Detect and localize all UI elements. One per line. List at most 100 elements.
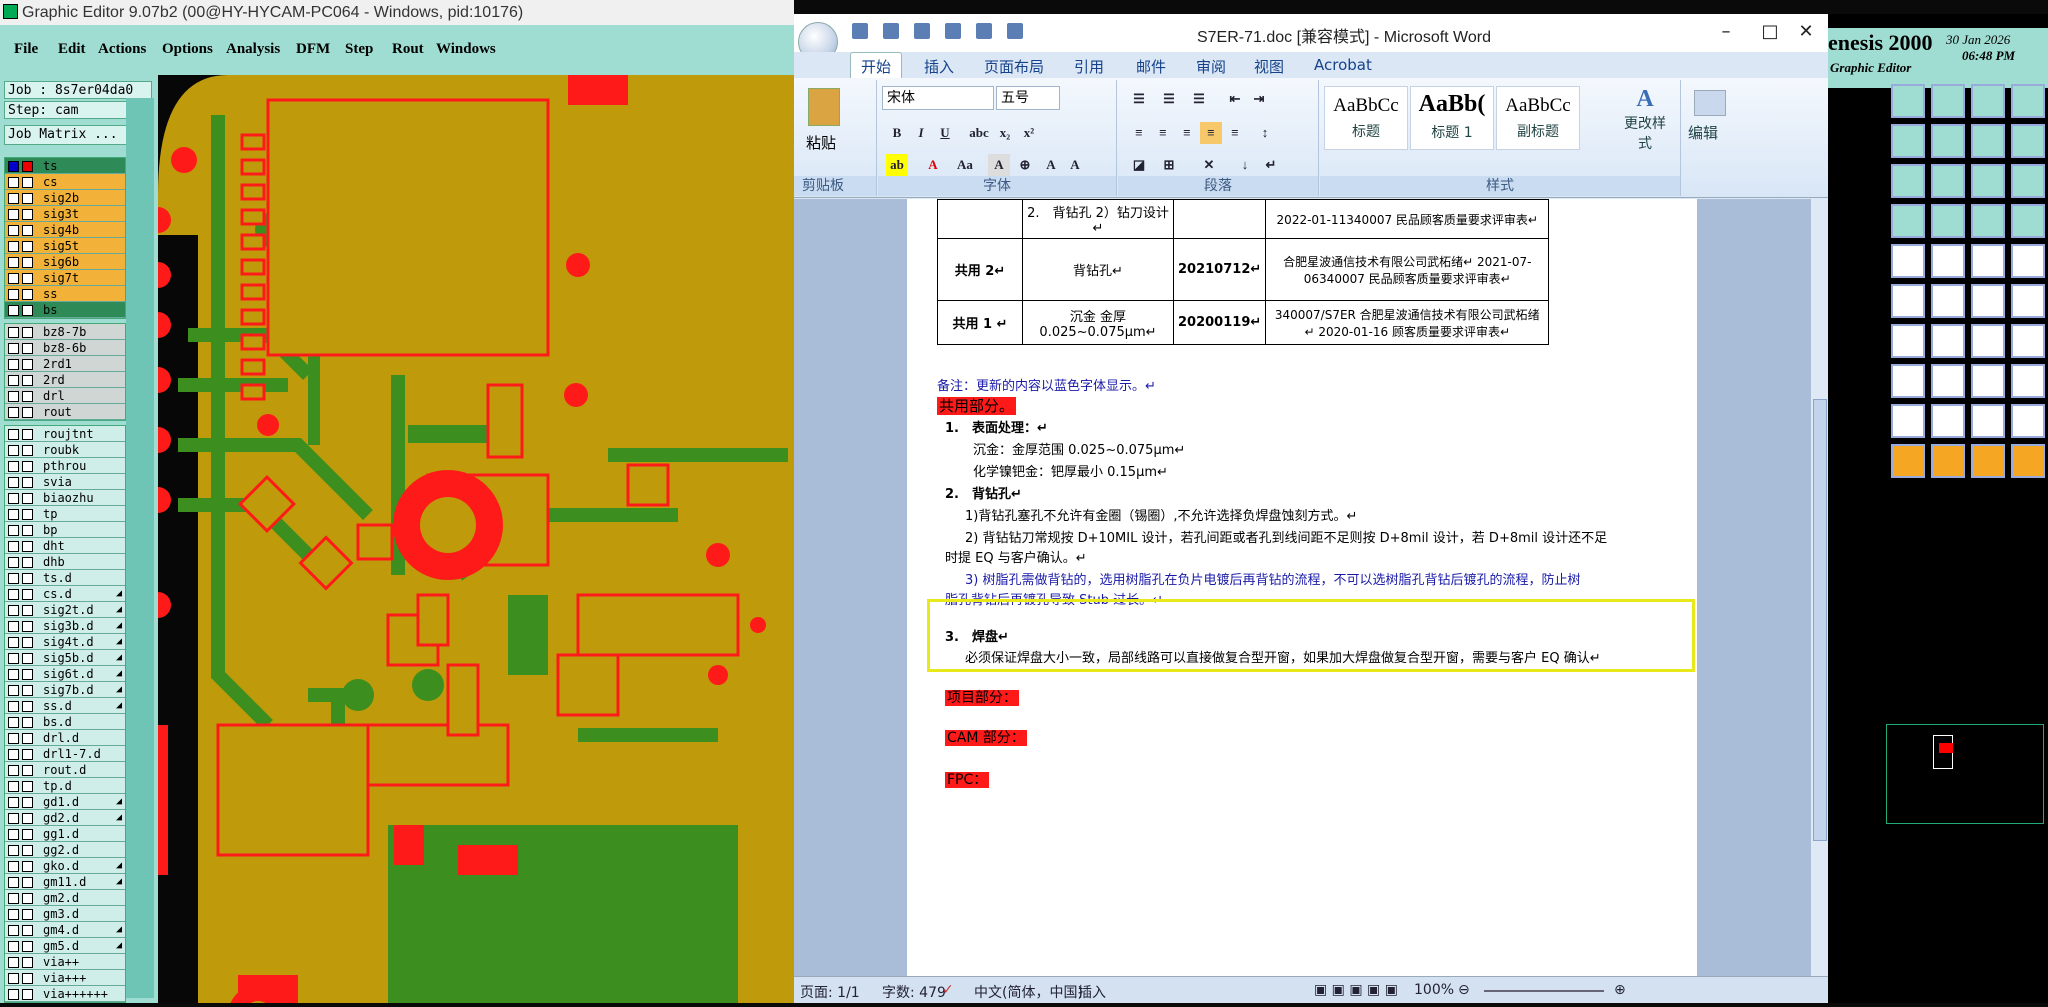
increase-indent-icon[interactable]: ⇥ — [1248, 88, 1270, 110]
change-case-icon[interactable]: Aa — [954, 154, 976, 176]
layer-display-checkbox[interactable] — [8, 557, 19, 568]
redo-icon[interactable] — [914, 23, 931, 39]
layer-work-checkbox[interactable] — [22, 845, 33, 856]
bullets-icon[interactable]: ☰ — [1128, 88, 1150, 110]
layer-work-checkbox[interactable] — [22, 557, 33, 568]
select-area-icon[interactable] — [1891, 364, 1925, 398]
layer-row[interactable]: cs — [5, 174, 125, 190]
pcb-canvas[interactable] — [158, 75, 794, 1003]
layer-display-checkbox[interactable] — [8, 621, 19, 632]
layer-row[interactable]: sig7t — [5, 270, 125, 286]
layer-work-checkbox[interactable] — [22, 973, 33, 984]
layer-display-checkbox[interactable] — [8, 717, 19, 728]
layer-display-checkbox[interactable] — [8, 209, 19, 220]
warn-c-icon[interactable] — [1971, 404, 2005, 438]
highlight-icon[interactable]: ab — [886, 154, 908, 176]
pad-icon[interactable] — [1891, 244, 1925, 278]
layer-work-checkbox[interactable] — [22, 193, 33, 204]
layer-row[interactable]: sig5b.d ◢ — [5, 650, 125, 666]
paste-button[interactable]: 粘贴 — [806, 132, 836, 153]
layer-row[interactable]: gm3.d — [5, 906, 125, 922]
zoom-slider[interactable] — [1484, 990, 1604, 992]
layer-work-checkbox[interactable] — [22, 161, 33, 172]
save-icon[interactable] — [852, 23, 868, 39]
cut-icon[interactable] — [1931, 284, 1965, 318]
layer-row[interactable]: 2rd — [5, 372, 125, 388]
layer-display-checkbox[interactable] — [8, 477, 19, 488]
layer-work-checkbox[interactable] — [22, 509, 33, 520]
layer-display-checkbox[interactable] — [8, 343, 19, 354]
layer-display-checkbox[interactable] — [8, 193, 19, 204]
layer-row[interactable]: tp.d — [5, 778, 125, 794]
layer-row[interactable]: bz8-7b — [5, 324, 125, 340]
edit-button[interactable]: 编辑 — [1688, 122, 1718, 143]
line-icon[interactable] — [2011, 244, 2045, 278]
layer-row[interactable]: gm4.d ◢ — [5, 922, 125, 938]
zoom-home-icon[interactable] — [1891, 84, 1925, 118]
language[interactable]: 中文(简体，中国) — [974, 982, 1083, 1002]
line-draw-icon[interactable] — [1931, 324, 1965, 358]
layer-row[interactable]: gko.d ◢ — [5, 858, 125, 874]
scale-icon[interactable] — [1971, 164, 2005, 198]
layer-row[interactable]: drl1-7.d — [5, 746, 125, 762]
warn-d-icon[interactable] — [2011, 404, 2045, 438]
layer-work-checkbox[interactable] — [22, 877, 33, 888]
layer-work-checkbox[interactable] — [22, 305, 33, 316]
layer-work-checkbox[interactable] — [22, 289, 33, 300]
layer-row[interactable]: biaozhu — [5, 490, 125, 506]
layer-row[interactable]: sig7b.d ◢ — [5, 682, 125, 698]
style-heading-1[interactable]: AaBb( 标题 1 — [1410, 86, 1494, 150]
layer-display-checkbox[interactable] — [8, 493, 19, 504]
multilevel-list-icon[interactable]: ☰ — [1188, 88, 1210, 110]
warn-b-icon[interactable] — [1931, 404, 1965, 438]
tab-references[interactable]: 引用 — [1074, 56, 1104, 77]
layer-row[interactable]: ss — [5, 286, 125, 302]
layer-work-checkbox[interactable] — [22, 541, 33, 552]
layer-work-checkbox[interactable] — [22, 605, 33, 616]
pattern-icon[interactable] — [2011, 324, 2045, 358]
view-buttons-icon[interactable]: ▣ ▣ ▣ ▣ ▣ — [1314, 982, 1398, 998]
layer-display-checkbox[interactable] — [8, 407, 19, 418]
borders-icon[interactable]: ⊞ — [1158, 154, 1180, 176]
layer-display-checkbox[interactable] — [8, 445, 19, 456]
menu-windows[interactable]: Windows — [436, 41, 496, 58]
layer-work-checkbox[interactable] — [22, 925, 33, 936]
net-icon[interactable] — [1891, 284, 1925, 318]
paste-icon[interactable] — [808, 88, 840, 126]
route-icon[interactable] — [1971, 284, 2005, 318]
tab-acrobat[interactable]: Acrobat — [1314, 56, 1372, 74]
snap-icon[interactable] — [1931, 204, 1965, 238]
layer-work-checkbox[interactable] — [22, 273, 33, 284]
help-icon[interactable] — [2011, 164, 2045, 198]
superscript-icon[interactable]: x² — [1018, 122, 1040, 144]
style-title[interactable]: AaBbCc 标题 — [1324, 86, 1408, 150]
layer-display-checkbox[interactable] — [8, 161, 19, 172]
tab-mailings[interactable]: 邮件 — [1136, 56, 1166, 77]
layer-work-checkbox[interactable] — [22, 209, 33, 220]
layer-display-checkbox[interactable] — [8, 765, 19, 776]
layer-work-checkbox[interactable] — [22, 797, 33, 808]
zoom-level[interactable]: 100% — [1414, 982, 1454, 998]
layer-row[interactable]: sig6t.d ◢ — [5, 666, 125, 682]
warn-a-icon[interactable] — [1891, 404, 1925, 438]
layer-work-checkbox[interactable] — [22, 829, 33, 840]
layer-display-checkbox[interactable] — [8, 653, 19, 664]
layer-display-checkbox[interactable] — [8, 177, 19, 188]
layer-row[interactable]: roujtnt — [5, 426, 125, 442]
layer-row[interactable]: bp — [5, 522, 125, 538]
zoom-out-icon[interactable]: ⊖ — [1458, 982, 1470, 998]
layer-work-checkbox[interactable] — [22, 669, 33, 680]
layer-work-checkbox[interactable] — [22, 177, 33, 188]
layer-work-checkbox[interactable] — [22, 391, 33, 402]
layer-work-checkbox[interactable] — [22, 343, 33, 354]
layer-work-checkbox[interactable] — [22, 429, 33, 440]
layer-display-checkbox[interactable] — [8, 637, 19, 648]
scroll-thumb[interactable] — [1813, 399, 1827, 841]
layer-work-checkbox[interactable] — [22, 573, 33, 584]
layer-row[interactable]: sig3b.d ◢ — [5, 618, 125, 634]
layer-row[interactable]: sig2t.d ◢ — [5, 602, 125, 618]
layer-display-checkbox[interactable] — [8, 225, 19, 236]
layer-work-checkbox[interactable] — [22, 241, 33, 252]
font-name-select[interactable]: 宋体 — [882, 86, 994, 110]
menu-rout[interactable]: Rout — [392, 41, 424, 58]
